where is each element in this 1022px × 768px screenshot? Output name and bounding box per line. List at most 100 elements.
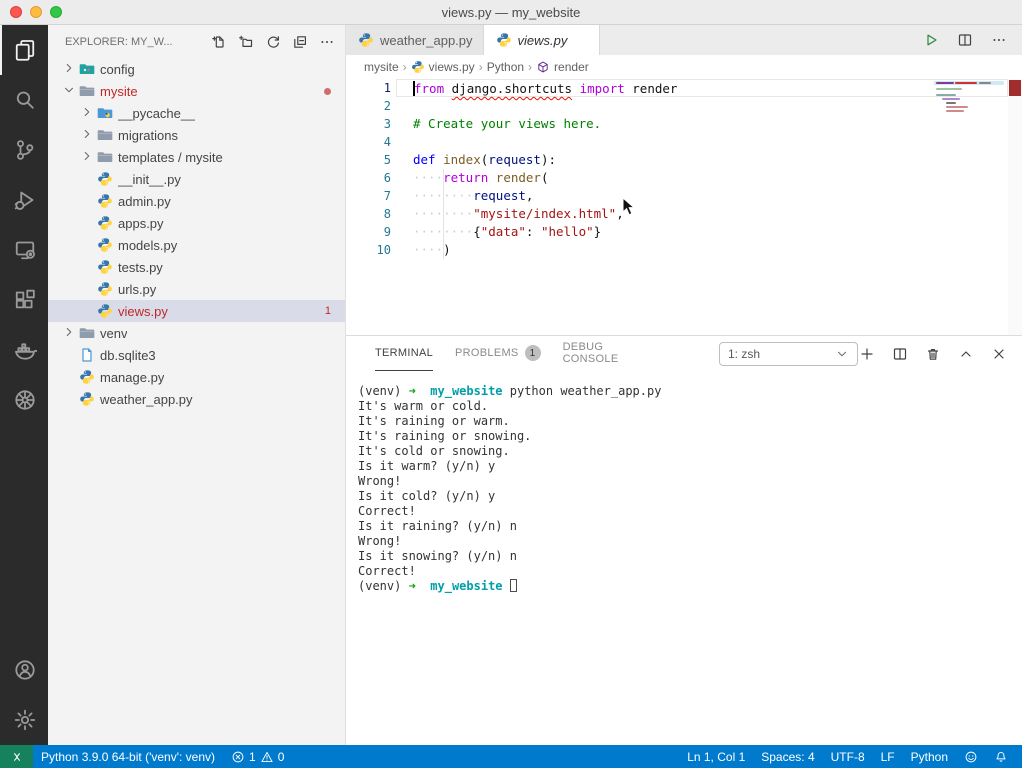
tree-item-tests-py[interactable]: tests.py bbox=[48, 256, 345, 278]
activity-item-docker[interactable] bbox=[0, 325, 48, 375]
split-editor-icon[interactable] bbox=[956, 31, 974, 49]
status-utf-8[interactable]: UTF-8 bbox=[823, 750, 873, 764]
tab-weather_app-py[interactable]: weather_app.py bbox=[346, 25, 484, 55]
code-editor[interactable]: 1 from django.shortcuts import render 2 3 # … bbox=[346, 79, 1022, 335]
status-label: Spaces: 4 bbox=[761, 749, 815, 764]
tree-item-apps-py[interactable]: apps.py bbox=[48, 212, 345, 234]
tree-item-migrations[interactable]: migrations bbox=[48, 124, 345, 146]
overview-ruler[interactable] bbox=[1008, 79, 1022, 335]
tree-item-label: apps.py bbox=[118, 215, 164, 231]
tree-item-views-py[interactable]: views.py 1 bbox=[48, 300, 345, 322]
settings-gear-icon bbox=[13, 708, 37, 732]
tree-item--init-py[interactable]: __init__.py bbox=[48, 168, 345, 190]
status-feedback-button[interactable] bbox=[956, 750, 986, 764]
ellipsis-icon[interactable] bbox=[317, 32, 337, 52]
search-icon bbox=[13, 88, 37, 112]
activity-item-settings-gear[interactable] bbox=[0, 695, 48, 745]
status-spaces-4[interactable]: Spaces: 4 bbox=[753, 750, 822, 764]
status-ln-1-col-1[interactable]: Ln 1, Col 1 bbox=[679, 750, 753, 764]
explorer-header: EXPLORER: MY_W... bbox=[48, 25, 345, 58]
collapse-all-icon[interactable] bbox=[290, 32, 310, 52]
remote-indicator[interactable] bbox=[0, 745, 33, 768]
tree-item--pycache-[interactable]: __pycache__ bbox=[48, 102, 345, 124]
kubernetes-icon bbox=[13, 388, 37, 412]
breadcrumb-item-views-py[interactable]: views.py bbox=[411, 60, 475, 74]
breadcrumb-label: mysite bbox=[364, 60, 399, 74]
tree-item-venv[interactable]: venv bbox=[48, 322, 345, 344]
extensions-icon bbox=[13, 288, 37, 312]
code-line-9: 9 ········{"data": "hello"} bbox=[346, 223, 1008, 241]
breadcrumb-item-python[interactable]: Python bbox=[487, 60, 524, 74]
folder-python-icon bbox=[96, 105, 113, 121]
terminal-line: Wrong! bbox=[358, 474, 402, 488]
new-file-icon[interactable] bbox=[209, 32, 229, 52]
traffic-light-zoom[interactable] bbox=[50, 6, 62, 18]
activity-item-explorer[interactable] bbox=[0, 25, 48, 75]
code-line-3: 3 # Create your views here. bbox=[346, 115, 1008, 133]
title-bar: views.py — my_website bbox=[0, 0, 1022, 25]
error-icon bbox=[231, 750, 245, 764]
status-lf[interactable]: LF bbox=[873, 750, 903, 764]
tree-item-mysite[interactable]: mysite bbox=[48, 80, 345, 102]
activity-item-extensions[interactable] bbox=[0, 275, 48, 325]
folder-config-icon bbox=[78, 61, 95, 77]
tree-item-label: urls.py bbox=[118, 281, 157, 297]
panel-tab-debug-console[interactable]: DEBUG CONSOLE bbox=[563, 336, 641, 371]
close-icon[interactable] bbox=[990, 345, 1008, 363]
breadcrumb-item-mysite[interactable]: mysite bbox=[364, 60, 399, 74]
chevron-down-icon bbox=[62, 83, 76, 97]
tree-item-config[interactable]: config bbox=[48, 58, 345, 80]
traffic-lights bbox=[10, 6, 62, 18]
terminal-output[interactable]: (venv) ➜ my_website python weather_app.p… bbox=[346, 371, 1022, 745]
status-python[interactable]: Python bbox=[903, 750, 956, 764]
activity-item-remote-explorer[interactable] bbox=[0, 225, 48, 275]
status-label: Ln 1, Col 1 bbox=[687, 749, 746, 764]
activity-item-source-control[interactable] bbox=[0, 125, 48, 175]
ellipsis-icon[interactable] bbox=[990, 31, 1008, 49]
terminal-shell-select[interactable]: 1: zsh bbox=[719, 341, 858, 366]
breadcrumb-item-render[interactable]: render bbox=[536, 60, 589, 74]
tree-item-manage-py[interactable]: manage.py bbox=[48, 366, 345, 388]
new-folder-icon[interactable] bbox=[236, 32, 256, 52]
python-interpreter-status[interactable]: Python 3.9.0 64-bit ('venv': venv) bbox=[33, 745, 223, 768]
tree-item-admin-py[interactable]: admin.py bbox=[48, 190, 345, 212]
tree-item-db-sqlite3[interactable]: db.sqlite3 bbox=[48, 344, 345, 366]
trash-icon[interactable] bbox=[924, 345, 942, 363]
traffic-light-minimize[interactable] bbox=[30, 6, 42, 18]
chevron-right-icon bbox=[80, 105, 94, 119]
activity-item-run-debug[interactable] bbox=[0, 175, 48, 225]
code-line-1: 1 from django.shortcuts import render bbox=[346, 79, 1008, 97]
bottom-panel: TERMINAL PROBLEMS 1 DEBUG CONSOLE 1: zsh (v… bbox=[346, 335, 1022, 745]
tree-item-label: weather_app.py bbox=[100, 391, 193, 407]
plus-icon[interactable] bbox=[858, 345, 876, 363]
code-line-5: 5 def index(request): bbox=[346, 151, 1008, 169]
tree-item-urls-py[interactable]: urls.py bbox=[48, 278, 345, 300]
tree-item-models-py[interactable]: models.py bbox=[48, 234, 345, 256]
code-line-content: ········"mysite/index.html", bbox=[413, 206, 624, 221]
panel-tab-problems[interactable]: PROBLEMS 1 bbox=[455, 336, 541, 371]
tree-item-templates-mysite[interactable]: templates / mysite bbox=[48, 146, 345, 168]
activity-item-accounts[interactable] bbox=[0, 645, 48, 695]
tab-label: views.py bbox=[517, 32, 568, 48]
split-terminal-icon[interactable] bbox=[891, 345, 909, 363]
breadcrumb-separator: › bbox=[478, 60, 483, 74]
panel-tab-terminal[interactable]: TERMINAL bbox=[375, 336, 434, 371]
status-label: Python bbox=[910, 749, 948, 764]
status-bar: Python 3.9.0 64-bit ('venv': venv) 10 Ln… bbox=[0, 745, 1022, 768]
code-line-8: 8 ········"mysite/index.html", bbox=[346, 205, 1008, 223]
chevron-up-icon[interactable] bbox=[957, 345, 975, 363]
problems-status[interactable]: 10 bbox=[223, 745, 292, 768]
tree-item-weather-app-py[interactable]: weather_app.py bbox=[48, 388, 345, 410]
activity-item-search[interactable] bbox=[0, 75, 48, 125]
tab-views-py[interactable]: views.py bbox=[483, 25, 601, 55]
run-icon[interactable] bbox=[922, 31, 940, 49]
run-debug-icon bbox=[13, 188, 37, 212]
minimap[interactable] bbox=[934, 79, 1008, 335]
editor-group: weather_app.py views.py mysite › views.py › P… bbox=[346, 25, 1022, 745]
close-icon[interactable] bbox=[573, 32, 589, 48]
status-bell-button[interactable] bbox=[986, 750, 1016, 764]
refresh-icon[interactable] bbox=[263, 32, 283, 52]
activity-item-kubernetes[interactable] bbox=[0, 375, 48, 425]
terminal-line: Is it cold? (y/n) y bbox=[358, 489, 496, 503]
traffic-light-close[interactable] bbox=[10, 6, 22, 18]
